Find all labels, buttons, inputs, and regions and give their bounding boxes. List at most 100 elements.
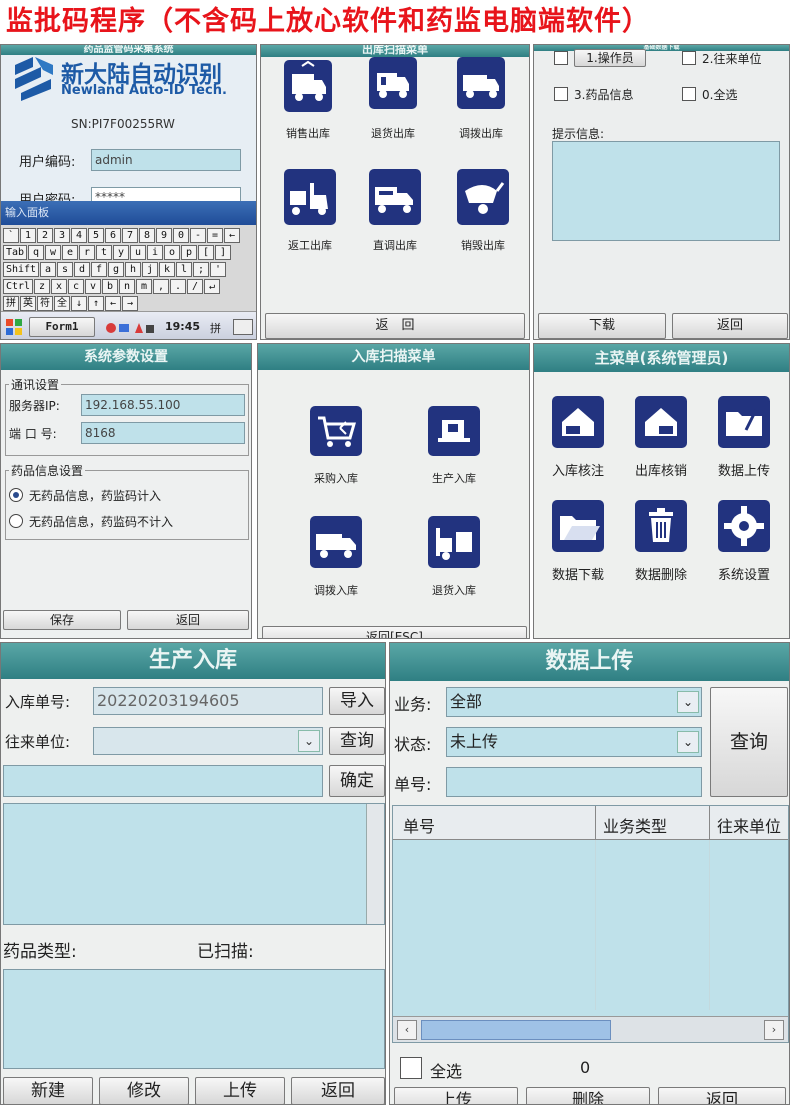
key[interactable]: Shift [3, 262, 39, 277]
status-select[interactable]: 未上传 ⌄ [446, 727, 702, 757]
key[interactable]: x [51, 279, 67, 294]
direct-outbound-icon[interactable] [369, 169, 421, 225]
key[interactable]: 3 [54, 228, 70, 243]
key[interactable]: r [79, 245, 95, 260]
key[interactable]: f [91, 262, 107, 277]
key[interactable]: m [136, 279, 152, 294]
key[interactable]: 5 [88, 228, 104, 243]
scrollbar[interactable] [366, 804, 384, 924]
key[interactable]: / [187, 279, 203, 294]
key[interactable]: ↵ [204, 279, 220, 294]
key[interactable]: q [28, 245, 44, 260]
upload-select-all-checkbox[interactable] [400, 1057, 422, 1079]
count-code-radio[interactable] [9, 488, 23, 502]
key[interactable]: ; [193, 262, 209, 277]
key[interactable]: c [68, 279, 84, 294]
key[interactable]: - [190, 228, 206, 243]
transfer-inbound-icon[interactable] [310, 516, 362, 568]
key[interactable]: Tab [3, 245, 27, 260]
production-inbound-icon[interactable] [428, 406, 480, 456]
key[interactable]: a [40, 262, 56, 277]
key[interactable]: l [176, 262, 192, 277]
upload-button[interactable]: 上传 [394, 1087, 518, 1104]
key[interactable]: ] [215, 245, 231, 260]
chevron-down-icon[interactable]: ⌄ [298, 730, 320, 752]
scan-input[interactable] [3, 765, 323, 797]
user-code-input[interactable]: admin [91, 149, 241, 171]
production-back-button[interactable]: 返回 [291, 1077, 385, 1104]
key[interactable]: ↓ [71, 296, 87, 311]
key[interactable]: b [102, 279, 118, 294]
operator-option-label[interactable]: 1.操作员 [574, 49, 646, 67]
key[interactable]: 2 [37, 228, 53, 243]
key[interactable]: , [153, 279, 169, 294]
key[interactable]: z [34, 279, 50, 294]
sales-outbound-icon[interactable] [284, 60, 332, 112]
rework-outbound-icon[interactable] [284, 169, 336, 225]
key[interactable]: 符 [37, 296, 53, 311]
key[interactable]: [ [198, 245, 214, 260]
edit-button[interactable]: 修改 [99, 1077, 189, 1104]
key[interactable]: → [122, 296, 138, 311]
key[interactable]: 英 [20, 296, 36, 311]
partner-select[interactable]: ⌄ [93, 727, 323, 755]
key[interactable]: g [108, 262, 124, 277]
inbound-verify-icon[interactable] [552, 396, 604, 448]
key[interactable]: = [207, 228, 223, 243]
port-input[interactable]: 8168 [81, 422, 245, 444]
delete-button[interactable]: 删除 [526, 1087, 650, 1104]
partner-checkbox[interactable] [682, 51, 696, 65]
column-header-business-type[interactable]: 业务类型 [603, 813, 667, 837]
key[interactable]: h [125, 262, 141, 277]
purchase-inbound-icon[interactable] [310, 406, 362, 456]
key[interactable]: Ctrl [3, 279, 33, 294]
settings-save-button[interactable]: 保存 [3, 610, 121, 630]
key[interactable]: 4 [71, 228, 87, 243]
key[interactable]: i [147, 245, 163, 260]
return-inbound-icon[interactable] [428, 516, 480, 568]
no-count-code-radio[interactable] [9, 514, 23, 528]
download-back-button[interactable]: 返回 [672, 313, 788, 339]
select-all-checkbox[interactable] [682, 87, 696, 101]
query-button[interactable]: 查询 [329, 727, 385, 755]
destroy-outbound-icon[interactable] [457, 169, 509, 225]
column-header-order[interactable]: 单号 [403, 813, 593, 837]
keyboard-tray-icon[interactable] [233, 319, 253, 335]
outbound-verify-icon[interactable] [635, 396, 687, 448]
data-delete-icon[interactable] [635, 500, 687, 552]
data-upload-icon[interactable] [718, 396, 770, 448]
drug-info-checkbox[interactable] [554, 87, 568, 101]
import-button[interactable]: 导入 [329, 687, 385, 715]
key[interactable]: u [130, 245, 146, 260]
key[interactable]: w [45, 245, 61, 260]
settings-back-button[interactable]: 返回 [127, 610, 249, 630]
download-button[interactable]: 下载 [538, 313, 666, 339]
key[interactable]: 9 [156, 228, 172, 243]
key[interactable]: . [170, 279, 186, 294]
chevron-down-icon[interactable]: ⌄ [677, 691, 699, 713]
order-number-input[interactable]: 20220203194605 [93, 687, 323, 715]
operator-checkbox[interactable] [554, 51, 568, 65]
upload-back-button[interactable]: 返回 [658, 1087, 786, 1104]
taskbar-ime[interactable]: 拼 [210, 320, 221, 336]
key[interactable]: ← [105, 296, 121, 311]
key[interactable]: 0 [173, 228, 189, 243]
upload-query-button[interactable]: 查询 [710, 687, 788, 797]
server-ip-input[interactable]: 192.168.55.100 [81, 394, 245, 416]
business-select[interactable]: 全部 ⌄ [446, 687, 702, 717]
production-upload-button[interactable]: 上传 [195, 1077, 285, 1104]
key[interactable]: e [62, 245, 78, 260]
transfer-outbound-icon[interactable] [457, 57, 505, 109]
chevron-down-icon[interactable]: ⌄ [677, 731, 699, 753]
key[interactable]: 1 [20, 228, 36, 243]
key[interactable]: j [142, 262, 158, 277]
key[interactable]: k [159, 262, 175, 277]
new-button[interactable]: 新建 [3, 1077, 93, 1104]
key[interactable]: 全 [54, 296, 70, 311]
key[interactable]: 6 [105, 228, 121, 243]
key[interactable]: y [113, 245, 129, 260]
outbound-back-button[interactable]: 返 回 [265, 313, 525, 339]
column-header-partner[interactable]: 往来单位 [717, 813, 781, 837]
inbound-back-button[interactable]: 返回[ESC] [262, 626, 527, 638]
key[interactable]: n [119, 279, 135, 294]
